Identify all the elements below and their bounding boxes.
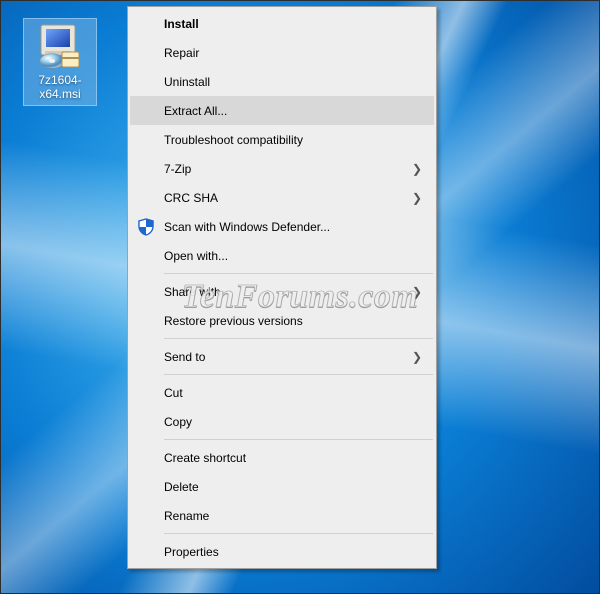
menu-item-crc-sha[interactable]: CRC SHA ❯ (130, 183, 434, 212)
menu-item-troubleshoot[interactable]: Troubleshoot compatibility (130, 125, 434, 154)
menu-item-properties[interactable]: Properties (130, 537, 434, 566)
chevron-right-icon: ❯ (412, 191, 422, 205)
menu-item-repair[interactable]: Repair (130, 38, 434, 67)
menu-item-send-to[interactable]: Send to ❯ (130, 342, 434, 371)
context-menu: Install Repair Uninstall Extract All... … (127, 6, 437, 569)
menu-item-uninstall[interactable]: Uninstall (130, 67, 434, 96)
desktop-file-icon[interactable]: 7z1604-x64.msi (23, 18, 97, 106)
menu-item-delete[interactable]: Delete (130, 472, 434, 501)
menu-item-extract-all[interactable]: Extract All... (130, 96, 434, 125)
menu-item-cut[interactable]: Cut (130, 378, 434, 407)
menu-item-create-shortcut[interactable]: Create shortcut (130, 443, 434, 472)
chevron-right-icon: ❯ (412, 285, 422, 299)
menu-item-install[interactable]: Install (130, 9, 434, 38)
menu-item-copy[interactable]: Copy (130, 407, 434, 436)
menu-separator (164, 338, 433, 339)
menu-item-share-with[interactable]: Share with ❯ (130, 277, 434, 306)
menu-item-open-with[interactable]: Open with... (130, 241, 434, 270)
menu-item-defender[interactable]: Scan with Windows Defender... (130, 212, 434, 241)
menu-separator (164, 533, 433, 534)
desktop-file-label: 7z1604-x64.msi (26, 73, 94, 101)
menu-separator (164, 273, 433, 274)
menu-separator (164, 374, 433, 375)
shield-icon (137, 218, 155, 236)
menu-separator (164, 439, 433, 440)
menu-item-rename[interactable]: Rename (130, 501, 434, 530)
chevron-right-icon: ❯ (412, 162, 422, 176)
chevron-right-icon: ❯ (412, 350, 422, 364)
msi-installer-icon (35, 21, 85, 71)
menu-item-7zip[interactable]: 7-Zip ❯ (130, 154, 434, 183)
menu-item-restore[interactable]: Restore previous versions (130, 306, 434, 335)
